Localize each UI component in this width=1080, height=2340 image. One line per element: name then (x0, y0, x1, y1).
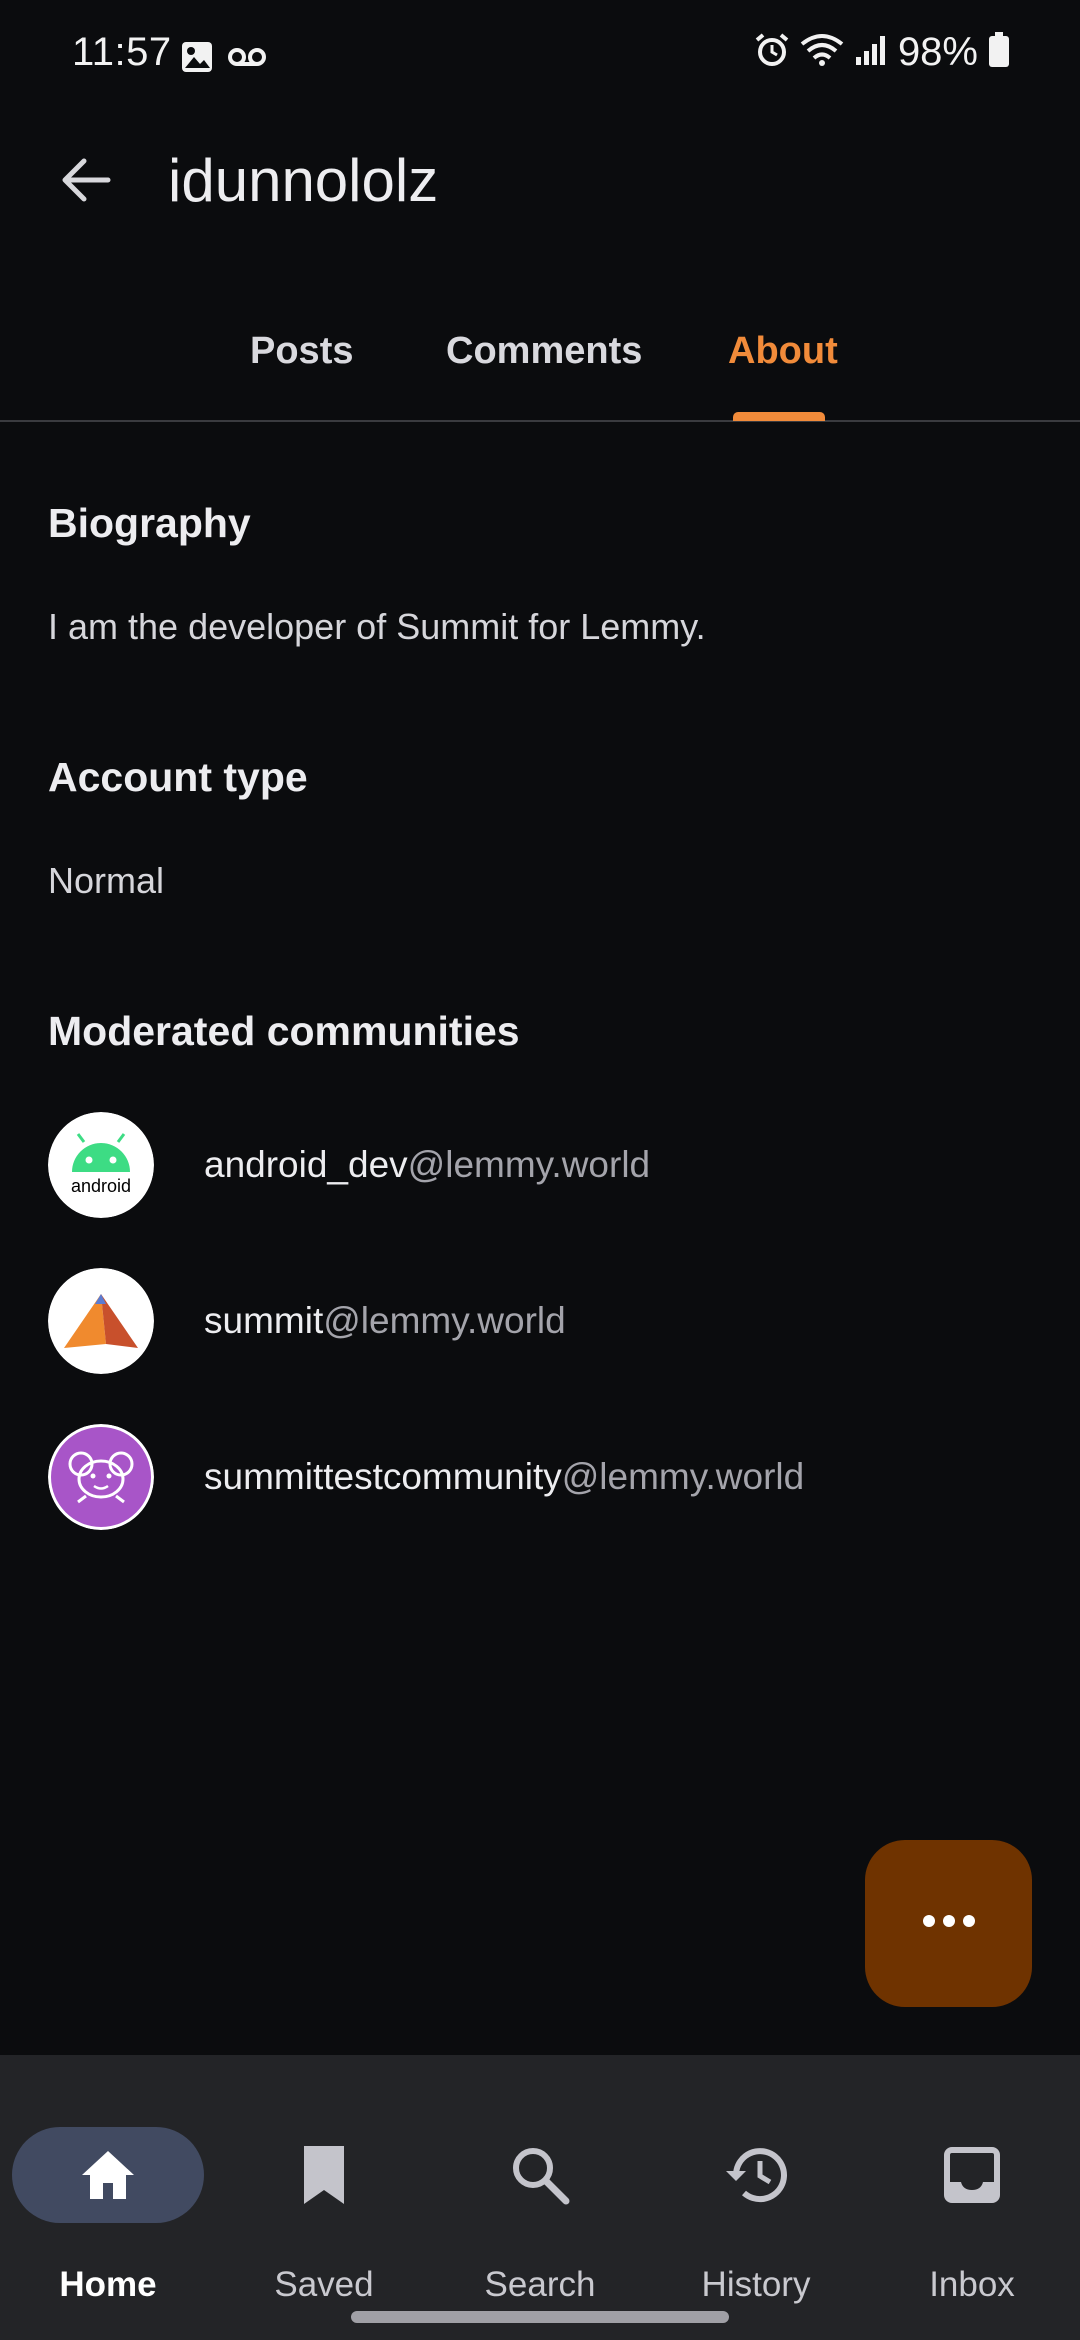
tab-posts[interactable]: Posts (250, 330, 353, 373)
svg-text:android: android (71, 1176, 131, 1196)
nav-label-home: Home (59, 2265, 157, 2304)
nav-label-saved: Saved (274, 2265, 374, 2304)
gallery-icon (180, 40, 214, 79)
nav-item-history[interactable]: History (648, 2091, 864, 2304)
community-label: summit@lemmy.world (204, 1300, 566, 1342)
biography-heading: Biography (48, 500, 251, 546)
screen: 11:57 98% idunnololz Posts Comments Abou… (0, 0, 1080, 2340)
alarm-icon (754, 32, 790, 73)
nav-item-home[interactable]: Home (0, 2091, 216, 2304)
nav-item-search[interactable]: Search (432, 2091, 648, 2304)
status-left-icons (180, 40, 266, 79)
nav-item-inbox[interactable]: Inbox (864, 2091, 1080, 2304)
tab-about[interactable]: About (728, 330, 838, 373)
gesture-home-indicator[interactable] (351, 2311, 729, 2323)
summit-pyramid-icon (48, 1268, 154, 1374)
community-name: android_dev (204, 1144, 408, 1185)
tab-comments[interactable]: Comments (446, 330, 642, 373)
more-actions-fab[interactable] (865, 1840, 1032, 2007)
battery-icon (988, 32, 1010, 73)
nav-item-saved[interactable]: Saved (216, 2091, 432, 2304)
biography-text: I am the developer of Summit for Lemmy. (48, 606, 706, 647)
battery-percent: 98% (897, 30, 978, 74)
status-right-icons: 98% (754, 30, 1010, 75)
search-icon (432, 2139, 648, 2211)
community-name: summit (204, 1300, 324, 1341)
bookmark-icon (216, 2139, 432, 2211)
nav-label-history: History (701, 2265, 811, 2304)
bottom-navigation: Home Saved Search History Inbox (0, 2055, 1080, 2340)
community-label: summittestcommunity@lemmy.world (204, 1456, 804, 1498)
arrow-back-icon (58, 156, 112, 209)
community-instance: @lemmy.world (407, 1144, 651, 1185)
community-item-summit[interactable]: summit@lemmy.world (48, 1266, 1038, 1376)
page-title: idunnololz (168, 147, 439, 214)
back-button[interactable] (40, 142, 130, 222)
lemmy-mascot-icon (48, 1424, 154, 1530)
nav-label-inbox: Inbox (929, 2265, 1015, 2304)
community-instance: @lemmy.world (323, 1300, 566, 1341)
app-bar: idunnololz (0, 120, 1080, 240)
community-item-summittestcommunity[interactable]: summittestcommunity@lemmy.world (48, 1422, 1038, 1532)
android-logo-icon: android (48, 1112, 154, 1218)
account-type-heading: Account type (48, 754, 308, 800)
history-icon (648, 2139, 864, 2211)
more-horiz-icon (921, 1913, 977, 1934)
nav-label-search: Search (484, 2265, 596, 2304)
community-label: android_dev@lemmy.world (204, 1144, 650, 1186)
community-item-android-dev[interactable]: android android_dev@lemmy.world (48, 1110, 1038, 1220)
wifi-icon (800, 32, 844, 73)
signal-icon (854, 33, 888, 72)
status-time: 11:57 (72, 30, 172, 74)
moderated-communities-heading: Moderated communities (48, 1008, 520, 1054)
status-bar: 11:57 98% (0, 0, 1080, 120)
voicemail-icon (228, 45, 266, 74)
community-instance: @lemmy.world (561, 1456, 805, 1497)
community-name: summittestcommunity (204, 1456, 562, 1497)
active-tab-indicator (733, 412, 825, 421)
home-icon (0, 2139, 216, 2211)
inbox-icon (864, 2139, 1080, 2211)
tab-bar: Posts Comments About (0, 300, 1080, 422)
account-type-value: Normal (48, 860, 165, 901)
